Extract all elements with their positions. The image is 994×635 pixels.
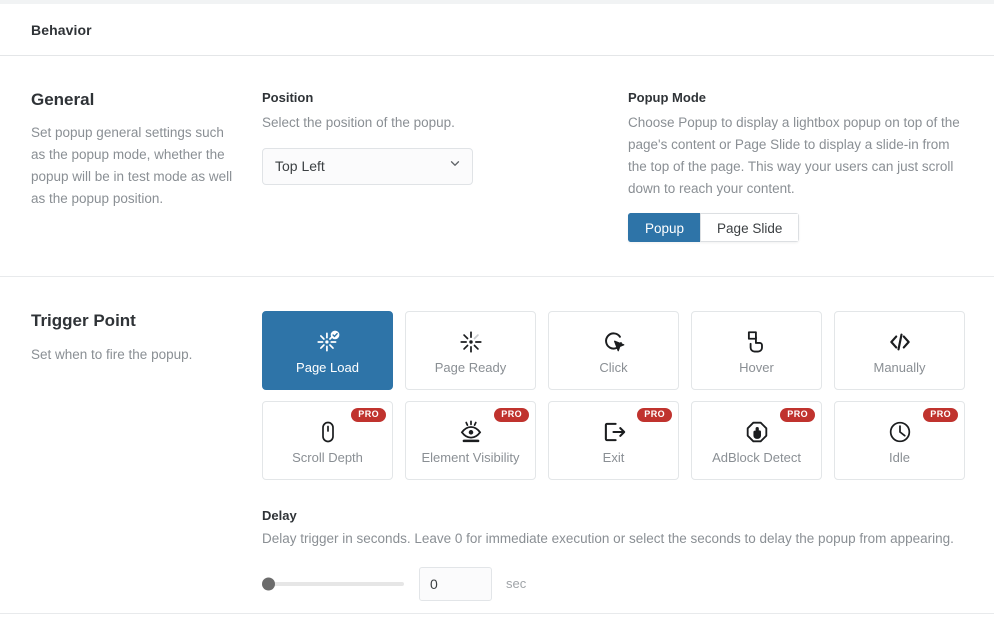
delay-label: Delay	[262, 508, 297, 524]
trigger-point-section-description: Set when to fire the popup.	[31, 346, 193, 362]
trigger-card-label: Exit	[602, 450, 625, 466]
pro-badge: PRO	[494, 408, 529, 423]
position-field: Position Select the position of the popu…	[262, 90, 628, 242]
panel-header: Behavior	[0, 4, 994, 56]
delay-help-text: Delay trigger in seconds. Leave 0 for im…	[262, 531, 954, 547]
trigger-card-label: Page Ready	[434, 360, 507, 376]
popup-mode-option-page-slide[interactable]: Page Slide	[700, 213, 800, 243]
popup-mode-label: Popup Mode	[628, 90, 706, 105]
trigger-card-grid: Page Load Page Ready Click Hover Manuall…	[262, 311, 965, 481]
trigger-card-page-load[interactable]: Page Load	[262, 311, 393, 391]
trigger-point-section: Trigger Point Set when to fire the popup…	[0, 277, 994, 635]
pro-badge: PRO	[780, 408, 815, 423]
general-section-body: Position Select the position of the popu…	[262, 90, 963, 243]
page-ready-icon	[458, 327, 484, 357]
popup-mode-help-text: Choose Popup to display a lightbox popup…	[628, 115, 960, 196]
trigger-card-adblock-detect[interactable]: PRO AdBlock Detect	[691, 401, 822, 481]
general-section-description: Set popup general settings such as the p…	[31, 125, 233, 207]
trigger-point-section-body: Page Load Page Ready Click Hover Manuall…	[262, 311, 965, 601]
delay-input[interactable]	[419, 566, 492, 601]
pro-badge: PRO	[637, 408, 672, 423]
trigger-card-label: Hover	[739, 360, 774, 376]
hover-icon	[744, 327, 770, 357]
trigger-point-section-aside: Trigger Point Set when to fire the popup…	[31, 311, 262, 600]
code-icon	[887, 327, 913, 357]
position-select-value: Top Left	[275, 158, 325, 175]
general-section: General Set popup general settings such …	[0, 56, 994, 278]
trigger-card-hover[interactable]: Hover	[691, 311, 822, 391]
popup-mode-field: Popup Mode Choose Popup to display a lig…	[628, 90, 963, 243]
delay-slider-thumb[interactable]	[262, 577, 275, 591]
delay-controls-row: sec	[262, 566, 965, 601]
delay-unit-label: sec	[506, 576, 527, 592]
bottom-divider	[0, 613, 994, 614]
trigger-card-label: Element Visibility	[421, 450, 520, 466]
trigger-card-idle[interactable]: PRO Idle	[834, 401, 965, 481]
trigger-point-section-title: Trigger Point	[31, 311, 136, 331]
trigger-card-element-visibility[interactable]: PRO Element Visibility	[405, 401, 536, 481]
popup-mode-option-popup[interactable]: Popup	[628, 213, 701, 243]
position-label: Position	[262, 90, 314, 105]
trigger-card-label: Scroll Depth	[292, 450, 363, 466]
page-load-icon	[315, 327, 341, 357]
trigger-card-page-ready[interactable]: Page Ready	[405, 311, 536, 391]
trigger-card-exit[interactable]: PRO Exit	[548, 401, 679, 481]
popup-mode-toggle-group: Popup Page Slide	[628, 213, 800, 243]
position-select[interactable]: Top Left	[262, 147, 473, 185]
click-icon	[601, 327, 627, 357]
eye-icon	[458, 417, 484, 447]
trigger-card-scroll-depth[interactable]: PRO Scroll Depth	[262, 401, 393, 481]
trigger-card-manually[interactable]: Manually	[834, 311, 965, 391]
trigger-card-click[interactable]: Click	[548, 311, 679, 391]
clock-icon	[887, 417, 913, 447]
position-help-text: Select the position of the popup.	[262, 115, 455, 130]
trigger-card-label: Idle	[889, 450, 910, 466]
adblock-icon	[744, 417, 770, 447]
trigger-card-label: Manually	[873, 360, 926, 376]
pro-badge: PRO	[923, 408, 958, 423]
page-title: Behavior	[31, 21, 92, 38]
trigger-card-label: Click	[599, 360, 628, 376]
mouse-icon	[316, 417, 340, 447]
general-section-aside: General Set popup general settings such …	[31, 90, 262, 242]
delay-block: Delay Delay trigger in seconds. Leave 0 …	[262, 508, 965, 601]
general-section-title: General	[31, 90, 95, 109]
exit-icon	[601, 417, 627, 447]
trigger-card-label: Page Load	[296, 360, 359, 376]
position-select-wrap: Top Left	[262, 147, 473, 185]
pro-badge: PRO	[351, 408, 386, 423]
delay-slider-track	[262, 581, 404, 586]
trigger-card-label: AdBlock Detect	[712, 450, 801, 466]
delay-slider[interactable]	[262, 574, 404, 594]
